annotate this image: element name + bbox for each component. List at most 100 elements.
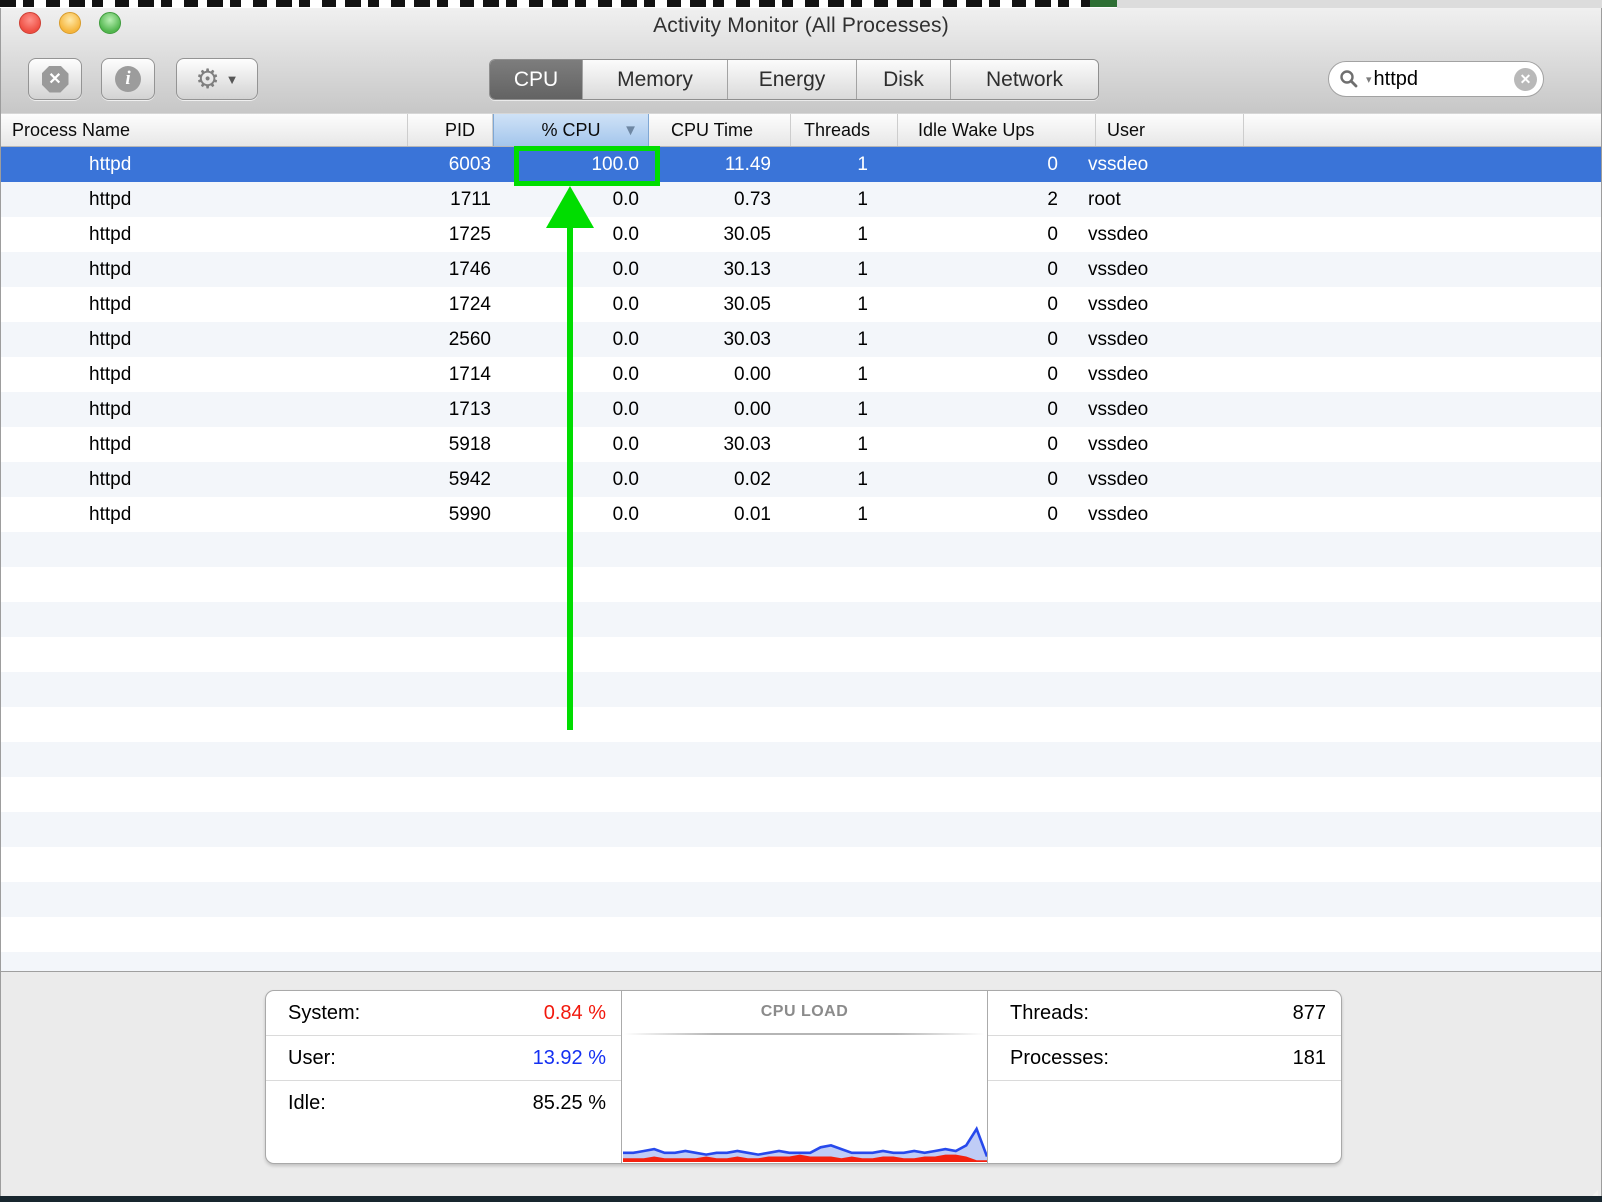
- quit-process-button[interactable]: ✕: [28, 58, 82, 100]
- clear-search-button[interactable]: ✕: [1514, 67, 1537, 91]
- cell-cpu-time: 30.13: [723, 258, 771, 280]
- cell-idle-wake-ups: 0: [1047, 398, 1058, 420]
- processes-stat-row: Processes: 181: [988, 1036, 1341, 1081]
- cell-idle-wake-ups: 0: [1047, 433, 1058, 455]
- cell-cpu-time: 30.03: [723, 433, 771, 455]
- cell-pid: 5990: [448, 503, 491, 525]
- table-row-empty: [1, 917, 1601, 952]
- table-row-empty: [1, 532, 1601, 567]
- search-field[interactable]: ▾ ✕: [1328, 61, 1544, 97]
- cell-name: httpd: [89, 293, 132, 315]
- table-row[interactable]: httpd 1725 0.0 30.05 1 0 vssdeo: [1, 217, 1601, 252]
- cell-name: httpd: [89, 433, 132, 455]
- cell-idle-wake-ups: 0: [1047, 258, 1058, 280]
- window-chrome: Activity Monitor (All Processes) ✕ i ⚙ ▼…: [1, 8, 1601, 114]
- cell-pid: 1714: [448, 363, 491, 385]
- cell-pid: 1711: [450, 188, 491, 210]
- table-row[interactable]: httpd 5942 0.0 0.02 1 0 vssdeo: [1, 462, 1601, 497]
- table-row-empty: [1, 952, 1601, 971]
- tab-energy[interactable]: Energy: [728, 60, 857, 99]
- cell-name: httpd: [89, 363, 132, 385]
- system-stat-row: System: 0.84 %: [266, 991, 621, 1036]
- column-header-cpu-time[interactable]: CPU Time: [649, 114, 791, 146]
- tab-network[interactable]: Network: [951, 60, 1098, 99]
- cell-name: httpd: [89, 188, 132, 210]
- table-row[interactable]: httpd 1714 0.0 0.00 1 0 vssdeo: [1, 357, 1601, 392]
- user-stat-row: User: 13.92 %: [266, 1036, 621, 1081]
- table-row[interactable]: httpd 1724 0.0 30.05 1 0 vssdeo: [1, 287, 1601, 322]
- cell-cpu-time: 0.73: [734, 188, 771, 210]
- cell-name: httpd: [89, 153, 132, 175]
- annotation-highlight-box: [514, 146, 660, 186]
- cell-user: vssdeo: [1088, 293, 1149, 315]
- cell-idle-wake-ups: 2: [1047, 188, 1058, 210]
- column-header-threads[interactable]: Threads: [791, 114, 898, 146]
- settings-dropdown-button[interactable]: ⚙ ▼: [176, 58, 258, 100]
- cell-pid: 1725: [448, 223, 491, 245]
- info-icon: i: [115, 66, 141, 92]
- table-row-empty: [1, 672, 1601, 707]
- table-row[interactable]: httpd 2560 0.0 30.03 1 0 vssdeo: [1, 322, 1601, 357]
- cpu-load-divider: [624, 1033, 985, 1035]
- counts-section: Threads: 877 Processes: 181: [988, 991, 1341, 1163]
- cell-cpu-time: 11.49: [724, 153, 771, 175]
- threads-label: Threads:: [1010, 1001, 1089, 1024]
- table-row-empty: [1, 637, 1601, 672]
- cpu-percent-section: System: 0.84 % User: 13.92 % Idle: 85.25…: [266, 991, 622, 1163]
- cell-idle-wake-ups: 0: [1047, 293, 1058, 315]
- cell-name: httpd: [89, 223, 132, 245]
- cell-user: vssdeo: [1088, 468, 1149, 490]
- tab-memory[interactable]: Memory: [583, 60, 728, 99]
- cell-name: httpd: [89, 468, 132, 490]
- processes-value: 181: [1292, 1046, 1326, 1069]
- column-header-pid[interactable]: PID: [408, 114, 493, 146]
- table-row[interactable]: httpd 1746 0.0 30.13 1 0 vssdeo: [1, 252, 1601, 287]
- cell-idle-wake-ups: 0: [1047, 503, 1058, 525]
- table-row[interactable]: httpd 1713 0.0 0.00 1 0 vssdeo: [1, 392, 1601, 427]
- window-title: Activity Monitor (All Processes): [653, 14, 949, 37]
- annotation-arrow-head: [546, 186, 594, 228]
- column-header-user[interactable]: User: [1096, 114, 1244, 146]
- idle-value: 85.25 %: [532, 1091, 606, 1114]
- inspect-process-button[interactable]: i: [101, 58, 155, 100]
- table-row-empty: [1, 707, 1601, 742]
- cell-cpu-time: 0.01: [734, 503, 771, 525]
- table-row-empty: [1, 567, 1601, 602]
- cropped-gray-fragment: [1117, 0, 1602, 8]
- screenshot-root: Activity Monitor (All Processes) ✕ i ⚙ ▼…: [0, 0, 1602, 1202]
- cell-threads: 1: [857, 293, 868, 315]
- process-table-header: Process Name PID % CPU ▼ CPU Time Thread…: [1, 113, 1601, 147]
- tab-disk[interactable]: Disk: [857, 60, 951, 99]
- user-label: User:: [288, 1046, 336, 1069]
- cell-user: vssdeo: [1088, 433, 1149, 455]
- cell-name: httpd: [89, 258, 132, 280]
- threads-stat-row: Threads: 877: [988, 991, 1341, 1036]
- cpu-load-title: CPU LOAD: [760, 1003, 849, 1020]
- cell-threads: 1: [857, 153, 868, 175]
- cell-idle-wake-ups: 0: [1047, 223, 1058, 245]
- table-row[interactable]: httpd 6003 100.0 11.49 1 0 vssdeo: [1, 147, 1601, 182]
- cell-idle-wake-ups: 0: [1047, 153, 1058, 175]
- table-row[interactable]: httpd 5990 0.0 0.01 1 0 vssdeo: [1, 497, 1601, 532]
- column-header-process-name[interactable]: Process Name: [1, 114, 408, 146]
- cell-pid: 5942: [448, 468, 491, 490]
- table-row-empty: [1, 882, 1601, 917]
- table-row[interactable]: httpd 1711 0.0 0.73 1 2 root: [1, 182, 1601, 217]
- table-row[interactable]: httpd 5918 0.0 30.03 1 0 vssdeo: [1, 427, 1601, 462]
- table-row-empty: [1, 847, 1601, 882]
- column-header-percent-cpu[interactable]: % CPU ▼: [493, 114, 649, 146]
- cell-cpu-time: 0.00: [734, 398, 771, 420]
- cropped-content-below-window: [0, 1196, 1602, 1202]
- annotation-arrow-shaft: [567, 226, 573, 730]
- cell-pid: 1724: [448, 293, 491, 315]
- cell-user: vssdeo: [1088, 328, 1149, 350]
- search-input[interactable]: [1371, 66, 1514, 92]
- tab-cpu[interactable]: CPU: [490, 60, 583, 99]
- cell-threads: 1: [857, 503, 868, 525]
- cell-idle-wake-ups: 0: [1047, 328, 1058, 350]
- magnifier-icon: [1339, 69, 1359, 89]
- gear-icon: ⚙: [195, 63, 220, 94]
- column-header-idle-wake-ups[interactable]: Idle Wake Ups: [898, 114, 1096, 146]
- cpu-load-section: CPU LOAD: [622, 991, 988, 1163]
- cell-user: vssdeo: [1088, 503, 1149, 525]
